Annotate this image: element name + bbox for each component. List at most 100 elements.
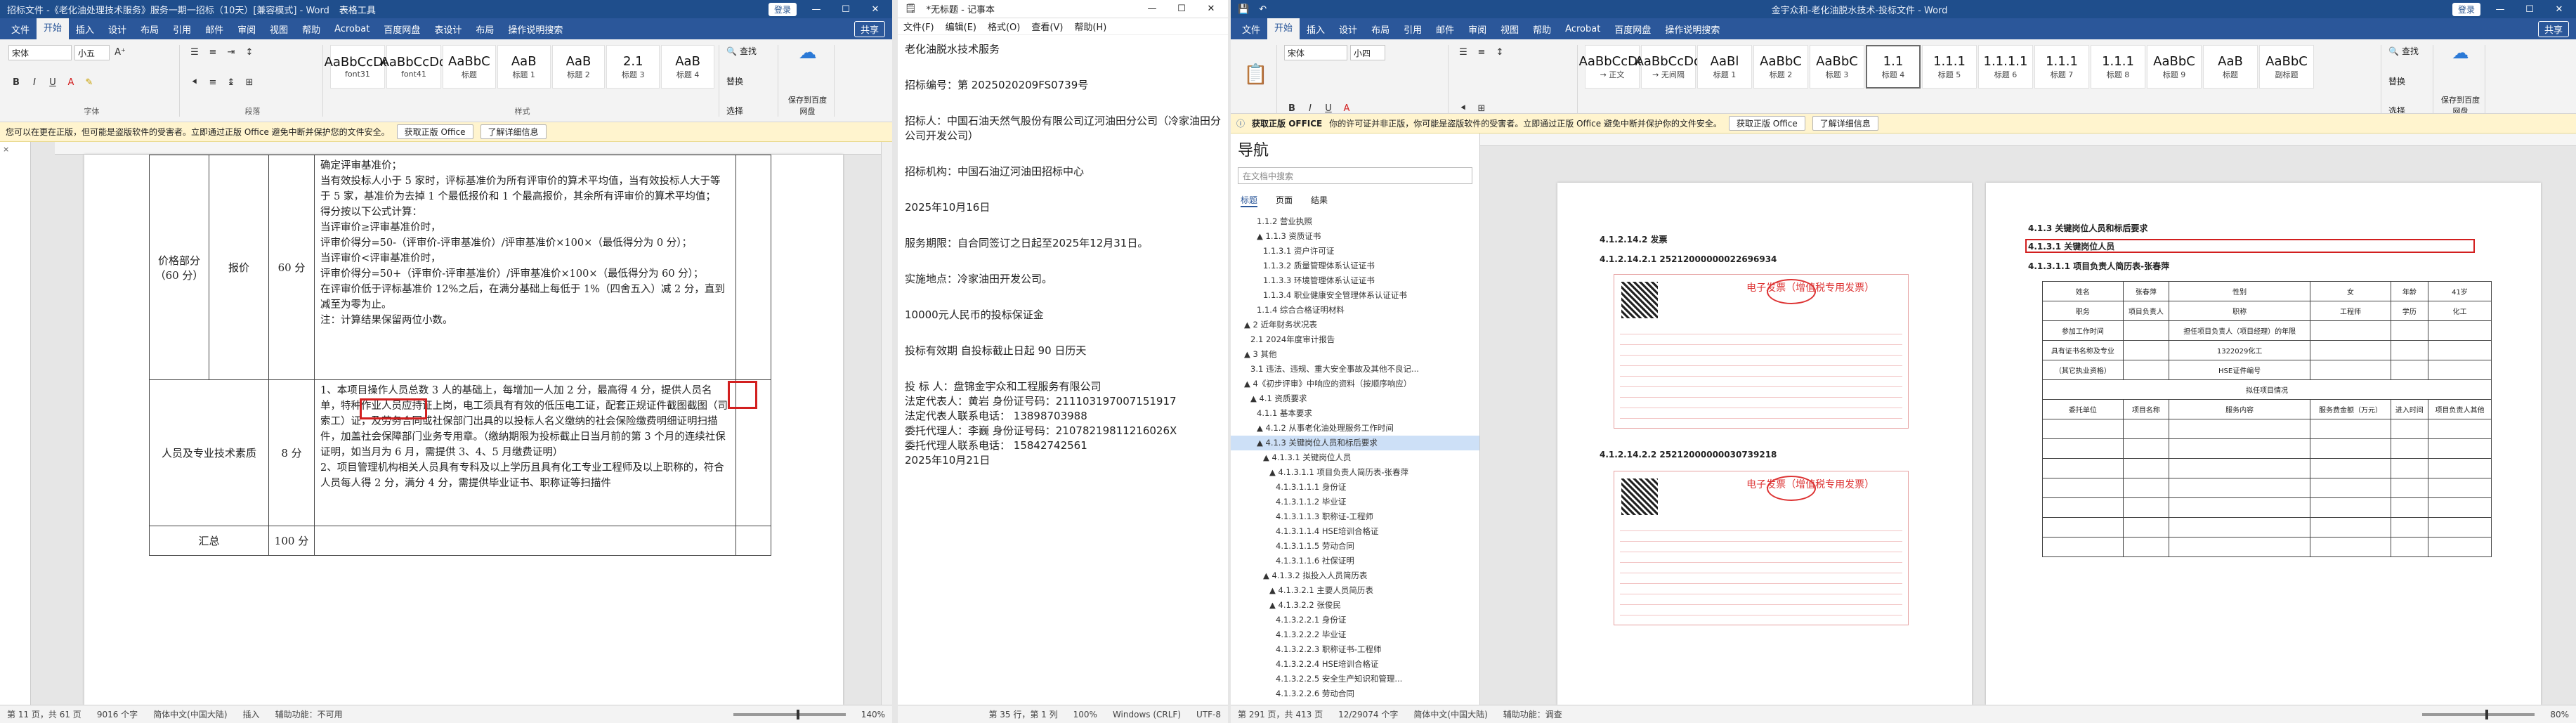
style-item[interactable]: 1.1.1 标题 5 (1922, 45, 1977, 89)
menu-format[interactable]: 格式(O) (988, 20, 1020, 33)
tab-mailings[interactable]: 邮件 (1429, 22, 1461, 36)
menu-view[interactable]: 查看(V) (1031, 20, 1063, 33)
find-button[interactable]: 🔍 查找 (2388, 45, 2428, 57)
login-button[interactable]: 登录 (2452, 2, 2480, 16)
font-name-select[interactable]: 宋体 (8, 45, 72, 60)
language[interactable]: 简体中文(中国大陆) (153, 708, 227, 720)
font-color-icon[interactable]: A (63, 75, 79, 91)
nav-tree-item[interactable]: 4.1.3.2.2.3 职称证书-工程师 (1231, 642, 1479, 657)
tab-references[interactable]: 引用 (1397, 22, 1429, 36)
minimize-icon[interactable]: — (1142, 4, 1162, 14)
tab-file[interactable]: 文件 (1235, 22, 1267, 36)
numbering-icon[interactable]: ≡ (1474, 45, 1489, 60)
zoom-slider[interactable] (2422, 709, 2535, 719)
style-item[interactable]: AaBbCcDd → 正文 (1579, 45, 1645, 89)
highlight-icon[interactable]: ✎ (81, 75, 97, 91)
nav-tree-item[interactable]: 1.1.3.3 环境管理体系认证证书 (1231, 273, 1479, 288)
style-item[interactable]: AaBbC 标题 9 (2147, 45, 2202, 89)
borders-icon[interactable]: ⊞ (1474, 101, 1489, 113)
vertical-scrollbar[interactable] (881, 142, 892, 705)
nav-tree-item[interactable]: 4.1.3.1.1.5 劳动合同 (1231, 539, 1479, 554)
minimize-icon[interactable]: — (806, 4, 826, 15)
tab-help[interactable]: 帮助 (295, 22, 327, 36)
nav-tree-item[interactable]: ▲ 4.1.3.2 拟投入人员简历表 (1231, 568, 1479, 583)
nav-tree-item[interactable]: ▲ 4《初步评审》中响应的资料（按顺序响应） (1231, 377, 1479, 391)
close-icon[interactable]: ✕ (2549, 4, 2569, 15)
find-button[interactable]: 🔍 查找 (726, 45, 773, 57)
select-button[interactable]: 选择 (2388, 105, 2428, 113)
borders-icon[interactable]: ⊞ (242, 75, 257, 91)
nav-tree-item[interactable]: 4.1.3.2.2.2 毕业证 (1231, 627, 1479, 642)
nav-tree-item[interactable]: 4.1.1 基本要求 (1231, 406, 1479, 421)
login-button[interactable]: 登录 (768, 2, 797, 16)
nav-tree-item[interactable]: ▲ 1.1.3 资质证书 (1231, 229, 1479, 244)
language[interactable]: 简体中文(中国大陆) (1413, 708, 1487, 720)
italic-icon[interactable]: I (1302, 101, 1318, 113)
page-count[interactable]: 第 291 页，共 413 页 (1238, 708, 1323, 720)
nav-tree-item[interactable]: 4.1.3.1.1.1 身份证 (1231, 480, 1479, 495)
nav-tree-item[interactable]: 4.1.3.1.1.4 HSE培训合格证 (1231, 524, 1479, 539)
style-item[interactable]: AaBbC 标题 3 (1810, 45, 1864, 89)
learn-more-button[interactable]: 了解详细信息 (480, 124, 547, 139)
style-item[interactable]: 1.1.1 标题 8 (2091, 45, 2145, 89)
style-item[interactable]: AaBl 标题 1 (1697, 45, 1752, 89)
tab-home[interactable]: 开始 (37, 18, 70, 39)
nav-tree-item[interactable]: 3.1 违法、违规、重大安全事故及其他不良记... (1231, 362, 1479, 377)
style-item[interactable]: AaB 标题 (2203, 45, 2258, 89)
save-to-baidu-button[interactable]: 保存到百度网盘 (2440, 94, 2480, 113)
nav-tree-item[interactable]: ▲ 2 近年财务状况表 (1231, 318, 1479, 332)
style-item[interactable]: 1.1.1.1 标题 6 (1978, 45, 2033, 89)
tab-home[interactable]: 开始 (1267, 18, 1300, 39)
align-left-icon[interactable]: ⯇ (187, 75, 202, 91)
style-item[interactable]: 1.1.1 标题 7 (2034, 45, 2089, 89)
tab-references[interactable]: 引用 (166, 22, 198, 36)
font-size-select[interactable]: 小四 (1350, 45, 1385, 60)
style-item[interactable]: AaB 标题 1 (497, 45, 551, 89)
select-button[interactable]: 选择 (726, 105, 773, 117)
nav-tree-item[interactable]: ▲ 4.1.3.2.2 张俊民 (1231, 598, 1479, 613)
nav-tree-item[interactable]: 1.1.3.1 资户许可证 (1231, 244, 1479, 259)
tab-table-layout[interactable]: 布局 (469, 22, 501, 36)
tab-view[interactable]: 视图 (263, 22, 295, 36)
get-office-button[interactable]: 获取正版 Office (396, 124, 473, 139)
save-icon[interactable]: 💾 (1238, 4, 1249, 15)
font-name-select[interactable]: 宋体 (1284, 45, 1347, 60)
tab-help[interactable]: 帮助 (1526, 22, 1558, 36)
replace-button[interactable]: 替换 (2388, 75, 2428, 87)
tab-review[interactable]: 审阅 (230, 22, 263, 36)
nav-tree-item[interactable]: 4.1.3.2.2.4 HSE培训合格证 (1231, 657, 1479, 672)
sort-icon[interactable]: ↕ (1492, 45, 1508, 60)
nav-tree-item[interactable]: ▲ 4.1.3.2.1 主要人员简历表 (1231, 583, 1479, 598)
notepad-text-area[interactable]: 老化油脱水技术服务 招标编号：第 2025020209FS0739号 招标人：中国石… (898, 35, 1228, 475)
nav-tab-results[interactable]: 结果 (1311, 194, 1328, 207)
tab-layout[interactable]: 布局 (1364, 22, 1397, 36)
font-size-select[interactable]: 小五 (74, 45, 110, 60)
style-item[interactable]: AaB 标题 4 (661, 45, 714, 89)
maximize-icon[interactable]: ☐ (2520, 4, 2539, 15)
nav-tree-item[interactable]: ▲ 3 其他 (1231, 347, 1479, 362)
word-count[interactable]: 12/29074 个字 (1338, 708, 1398, 720)
align-left-icon[interactable]: ⯇ (1456, 101, 1471, 113)
menu-help[interactable]: 帮助(H) (1074, 20, 1106, 33)
nav-tree-item[interactable]: ▲ 4.1.3.1.1 项目负责人简历表-张春萍 (1231, 465, 1479, 480)
style-item[interactable]: AaBbC 副标题 (2259, 45, 2314, 89)
nav-tree-item[interactable]: 1.1.3.2 质量管理体系认证证书 (1231, 259, 1479, 273)
indent-icon[interactable]: ⇥ (223, 45, 239, 60)
align-center-icon[interactable]: ≡ (205, 75, 221, 91)
tab-design[interactable]: 设计 (101, 22, 133, 36)
tab-acrobat[interactable]: Acrobat (1558, 24, 1607, 34)
tab-review[interactable]: 审阅 (1461, 22, 1493, 36)
undo-icon[interactable]: ↶ (1259, 4, 1267, 15)
replace-button[interactable]: 替换 (726, 75, 773, 87)
cloud-save-icon[interactable]: ☁ (2448, 44, 2473, 70)
paste-icon[interactable]: 📋 (1242, 65, 1270, 95)
nav-tree-item[interactable]: ▲ 4.1.3.1 关键岗位人员 (1231, 450, 1479, 465)
page-count[interactable]: 第 11 页，共 61 页 (7, 708, 81, 720)
nav-tree-item[interactable]: 2.1 2024年度审计报告 (1231, 332, 1479, 347)
style-item[interactable]: AaBbCcDd font41 (381, 45, 447, 89)
tab-baidu[interactable]: 百度网盘 (1607, 22, 1658, 36)
line-spacing-icon[interactable]: ↨ (223, 75, 239, 91)
learn-more-button[interactable]: 了解详细信息 (1812, 116, 1878, 131)
save-to-baidu-button[interactable]: 保存到百度网盘 (785, 94, 830, 117)
nav-tree-item[interactable]: 4.1.3.1.1.3 职称证-工程师 (1231, 509, 1479, 524)
